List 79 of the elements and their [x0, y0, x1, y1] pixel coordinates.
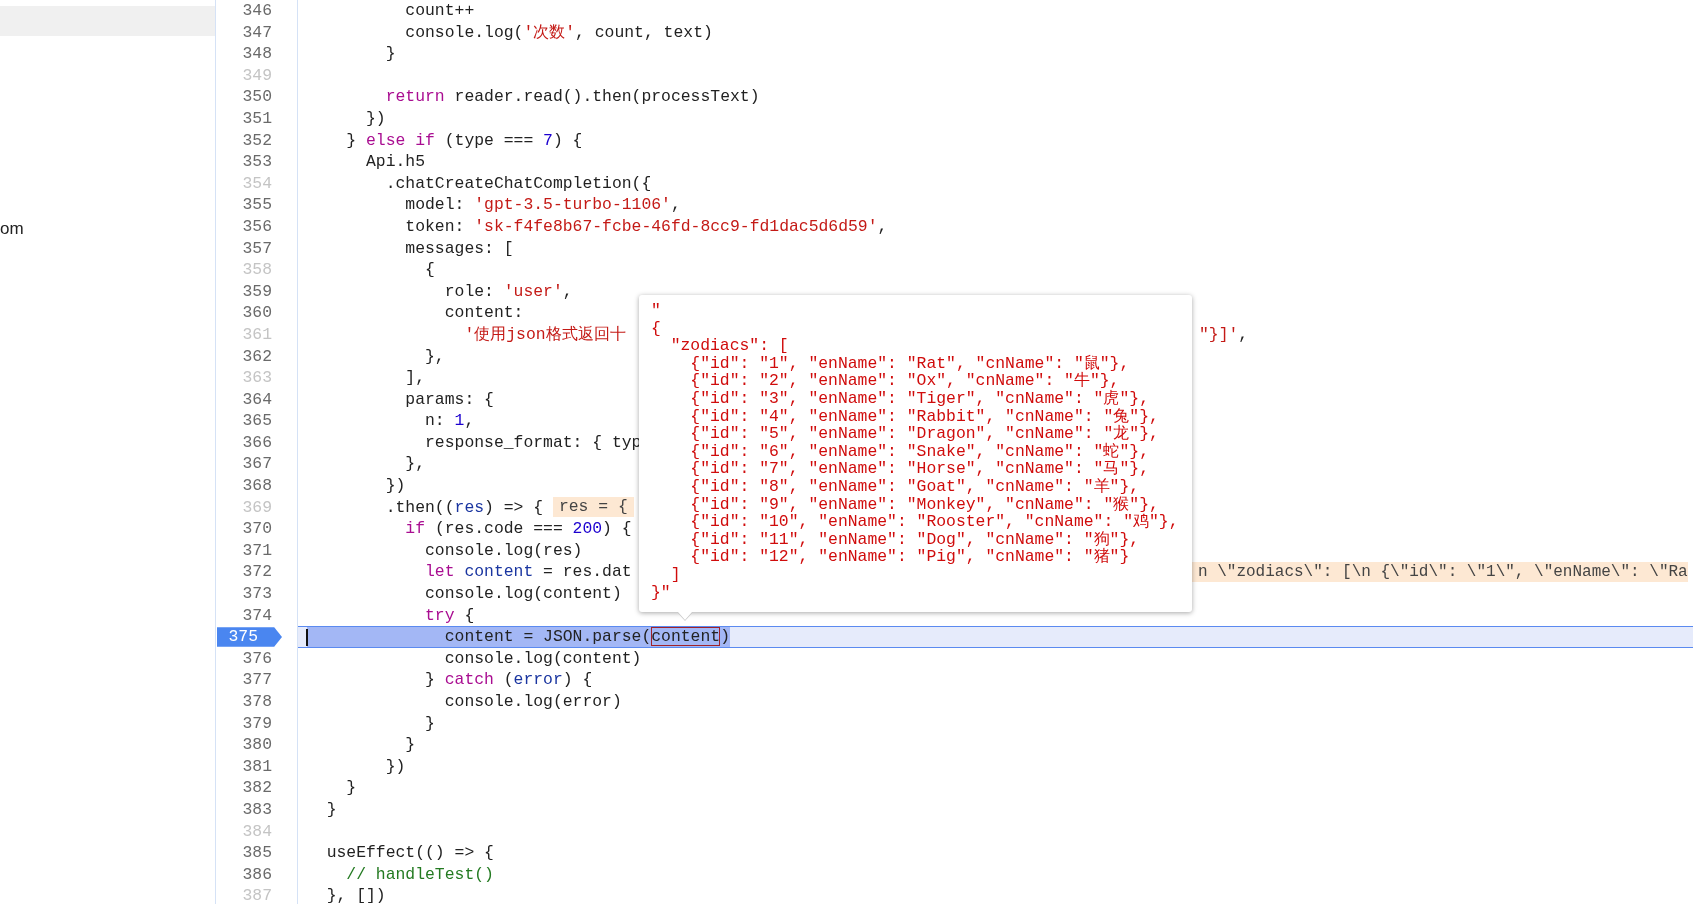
- code-text: let content = res.dat: [424, 561, 632, 584]
- code-text: }: [404, 734, 416, 756]
- line-number[interactable]: 381: [242, 755, 297, 778]
- code-text: count++: [404, 0, 475, 22]
- line-number[interactable]: 352: [242, 129, 297, 152]
- line-number[interactable]: 374: [242, 604, 297, 627]
- line-number[interactable]: 364: [242, 388, 297, 411]
- code-text: } else if (type === 7) {: [345, 129, 583, 152]
- code-text: Api.h5: [365, 151, 426, 173]
- code-text: },: [404, 453, 426, 476]
- line-number[interactable]: 350: [242, 86, 297, 108]
- code-text: n: 1,: [424, 410, 475, 432]
- code-text: content:: [443, 302, 524, 324]
- code-text: ],: [404, 367, 426, 389]
- line-number[interactable]: 382: [242, 777, 297, 799]
- line-number[interactable]: 360: [242, 302, 297, 324]
- tooltip-pointer: [677, 612, 693, 621]
- code-text: role: 'user',: [443, 280, 573, 303]
- line-number[interactable]: 378: [242, 691, 297, 713]
- code-text: console.log('次数', count, text): [404, 21, 713, 44]
- code-text: if (res.code === 200) {: [404, 518, 632, 540]
- line-number[interactable]: 346: [242, 0, 297, 22]
- line-number[interactable]: 356: [242, 215, 297, 238]
- code-text: {: [424, 259, 435, 281]
- code-text: console.log(content): [424, 583, 622, 605]
- code-text: console.log(content): [443, 647, 642, 670]
- line-number[interactable]: 380: [242, 734, 297, 756]
- line-number[interactable]: 376: [242, 647, 297, 670]
- line-number[interactable]: 385: [242, 842, 297, 864]
- line-number[interactable]: 371: [242, 539, 297, 562]
- code-text: }): [384, 755, 406, 778]
- line-number[interactable]: 359: [242, 280, 297, 303]
- line-number[interactable]: 377: [242, 669, 297, 691]
- json-value: " { "zodiacs": [ {"id": "1", "enName": "Rat", "cnName": "鼠"}, {"id": "2", "enName": "Ox", "cnName": "牛"}, {"id": "3", "enName": "Tiger", "cnName": "虎"}, {"id": "4", "enName": "Rabbit", "cnName": "兔"}, {"id": "5", "enName": "Dragon", "cnName": "龙"}, {"id": "6", "enName": "Snake", "cnName": "蛇"}, {"id": "7", "enName": "Horse", "cnName": "马"}, {"id": "8", "enName": "Goat", "cnName": "羊"}, {"id": "9", "enName": "Monkey", "cnName": "猴"}, {"id": "10", "enName": "Rooster", "cnName": "鸡"}, {"id": "11", "enName": "Dog", "cnName": "狗"}, {"id": "12", "enName": "Pig", "cnName": "猪"} ] }": [651, 302, 1180, 602]
- code-text: }: [345, 777, 357, 799]
- line-number[interactable]: 347: [242, 21, 297, 44]
- inline-value: n \"zodiacs\": [\n {\"id\": \"1\", \"enName\": \"Ra: [1192, 562, 1688, 583]
- line-number[interactable]: 370: [242, 518, 297, 540]
- code-text: // handleTest(): [345, 863, 494, 886]
- code-text: }): [384, 475, 406, 497]
- code-text: },: [424, 345, 445, 368]
- code-text: }: [325, 798, 337, 821]
- line-number[interactable]: 383: [242, 798, 297, 821]
- code-text: console.log(error): [443, 691, 622, 713]
- line-number[interactable]: 386: [242, 863, 297, 886]
- code-text: } catch (error) {: [424, 669, 593, 691]
- line-number[interactable]: 366: [242, 431, 297, 454]
- code-text: token: 'sk-f4fe8b67-fcbe-46fd-8cc9-fd1dac5d6d59',: [404, 215, 888, 238]
- code-text: messages: [: [404, 237, 514, 260]
- code-text: .then((res) => {: [384, 496, 544, 519]
- code-text: content = JSON.parse(content): [307, 627, 730, 647]
- code-text: }: [384, 43, 396, 65]
- line-number[interactable]: 348: [242, 43, 297, 65]
- code-text: useEffect(() => {: [325, 842, 494, 864]
- code-text: return reader.read().then(processText): [384, 86, 760, 108]
- text-cursor: [306, 629, 308, 647]
- code-text: '使用json格式返回十: [463, 323, 626, 346]
- code-text: }): [365, 107, 386, 130]
- code-text: console.log(res): [424, 539, 583, 562]
- line-number[interactable]: 357: [242, 237, 297, 260]
- code-text: try {: [424, 604, 475, 627]
- line-number[interactable]: 379: [242, 712, 297, 735]
- code-text: }, []): [325, 885, 386, 904]
- code-text: params: {: [404, 388, 494, 411]
- code-text: }: [424, 712, 435, 735]
- line-number[interactable]: 368: [242, 475, 297, 497]
- code-text: "}]',: [1198, 323, 1249, 346]
- code-text: model: 'gpt-3.5-turbo-1106',: [404, 194, 681, 216]
- line-number[interactable]: 355: [242, 194, 297, 216]
- inline-value: res = {: [552, 497, 634, 518]
- line-number[interactable]: 353: [242, 151, 297, 173]
- line-number[interactable]: 365: [242, 410, 297, 432]
- line-number[interactable]: 351: [242, 107, 297, 130]
- line-number[interactable]: 373: [242, 583, 297, 605]
- line-number[interactable]: 372: [242, 561, 297, 584]
- line-number[interactable]: 362: [242, 345, 297, 368]
- file-item[interactable]: om: [0, 219, 24, 239]
- code-text: .chatCreateChatCompletion({: [384, 172, 652, 195]
- line-number[interactable]: 367: [242, 453, 297, 476]
